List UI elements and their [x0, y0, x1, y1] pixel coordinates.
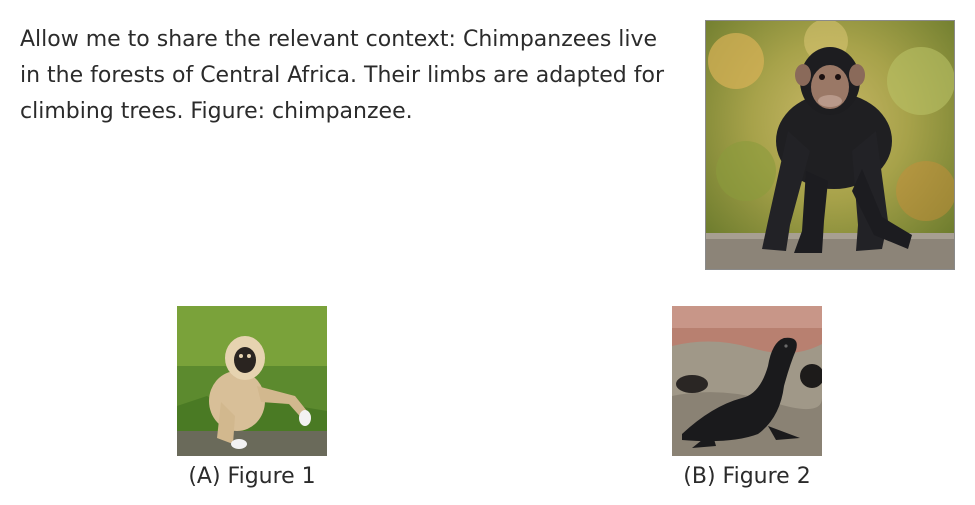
gibbon-image: [177, 306, 327, 456]
option-a[interactable]: (A) Figure 1: [142, 306, 362, 492]
option-b[interactable]: (B) Figure 2: [637, 306, 857, 492]
chimpanzee-image: [705, 20, 955, 270]
context-paragraph: Allow me to share the relevant context: …: [20, 27, 664, 124]
sea-lion-image: [672, 306, 822, 456]
option-b-caption: (B) Figure 2: [683, 464, 811, 489]
option-a-caption: (A) Figure 1: [188, 464, 316, 489]
